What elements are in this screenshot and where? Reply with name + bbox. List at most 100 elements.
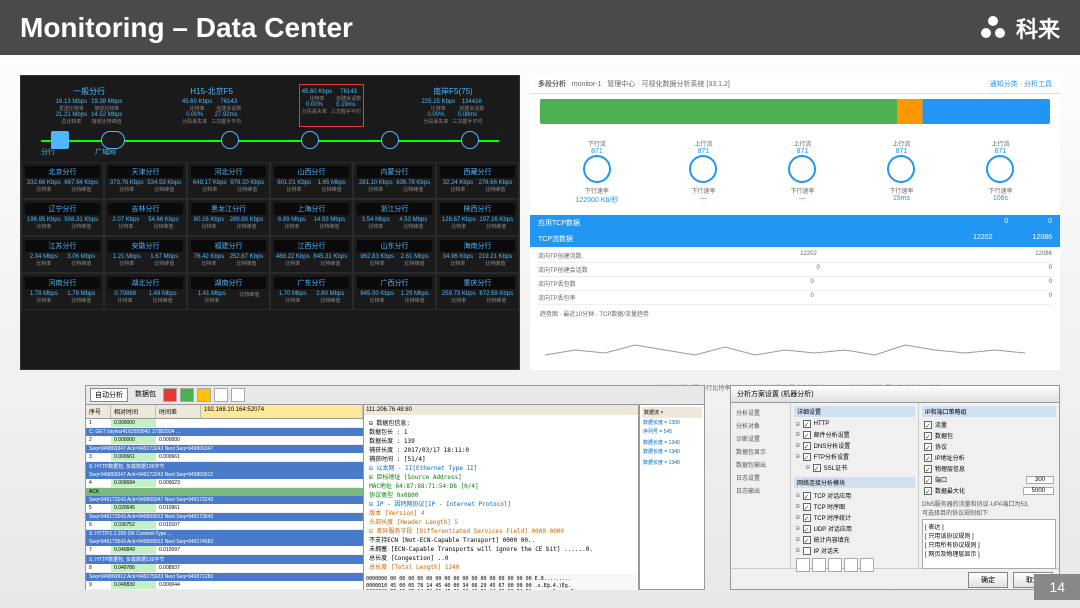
tree-node[interactable]: ⊟ 以太网 - II[Ethernet Type II] <box>367 463 635 472</box>
branch-node[interactable]: 湖北分行0.70868比特率1.49 Mbps比特峰值 <box>104 273 187 310</box>
topology-node[interactable]: 南岸F5(75) 225.15 Kbps比特率134416创建会话数 0.00%… <box>420 84 487 127</box>
tree-node[interactable]: 头部长度 [Header Length] 5 <box>367 517 635 526</box>
tree-checkbox-item[interactable]: ⊟HTTP <box>794 419 915 429</box>
header-links[interactable]: 通知分类 · 分析工具 <box>990 79 1052 89</box>
toolbar-button[interactable] <box>796 558 810 572</box>
branch-node[interactable]: 海南分行34.96 Kbps比特率219.21 Kbps比特峰值 <box>436 236 519 273</box>
branch-node[interactable]: 北京分行332.66 Kbps比特率667.94 Kbps比特峰值 <box>21 162 104 199</box>
packet-row[interactable]: 60.0307520.010107 <box>86 521 363 530</box>
checkbox[interactable] <box>803 547 811 555</box>
tree-checkbox-item[interactable]: ⊟TCP 时序图 <box>794 501 915 512</box>
nav-item[interactable]: 日志设置 <box>734 471 787 484</box>
branch-node[interactable]: 重庆分行259.73 Kbps比特率672.59 Kbps比特峰值 <box>436 273 519 310</box>
checkbox[interactable] <box>803 503 811 511</box>
topology-node[interactable]: 45.60 Kbps比特率76143创建会话数 0.00%分段丢失率0.19ms… <box>299 84 364 127</box>
tree-node[interactable]: 协议类型 0x0800 <box>367 490 635 499</box>
packet-row[interactable]: 30.0006610.000661 <box>86 453 363 462</box>
tree-node[interactable]: 捕获长度 : 2017/03/17 18:11:0 <box>367 445 635 454</box>
checkbox[interactable] <box>803 431 811 439</box>
topology-node[interactable]: H15-北京F5 45.60 Kbps比特率76143创建会话数 0.00%分段… <box>180 84 243 127</box>
toolbar-button[interactable] <box>214 388 228 402</box>
checkbox[interactable] <box>803 420 811 428</box>
nav-item[interactable]: 数据包显示 <box>734 445 787 458</box>
nav-item[interactable]: 诊断设置 <box>734 432 787 445</box>
branch-node[interactable]: 山西分行601.01 Kbps比特率1.65 Mbps比特峰值 <box>270 162 353 199</box>
toolbar-button[interactable] <box>231 388 245 402</box>
nav-item[interactable]: 分析对象 <box>734 419 787 432</box>
highlighted-row[interactable]: TCP流数据1220212086 <box>530 231 1060 247</box>
tree-node[interactable]: 数据长度 : 139 <box>367 436 635 445</box>
table-row[interactable]: 流向TP丢包数00 <box>538 277 1052 291</box>
branch-node[interactable]: 广西分行845.00 Kbps比特率1.29 Mbps比特峰值 <box>353 273 436 310</box>
play-button[interactable] <box>180 388 194 402</box>
packet-row[interactable]: 80.0497860.008937 <box>86 564 363 573</box>
branch-node[interactable]: 湖南分行1.41 Mbps比特率比特峰值 <box>187 273 270 310</box>
metric-circle[interactable]: 下行流871下行速率122000 Kb/秒 <box>576 139 619 205</box>
toolbar-button[interactable] <box>828 558 842 572</box>
branch-node[interactable]: 黑龙江分行80.16 Kbps比特率289.88 Kbps比特峰值 <box>187 199 270 236</box>
metric-circle[interactable]: 上行流871下行速率15ms <box>887 139 915 205</box>
checkbox[interactable] <box>803 492 811 500</box>
table-row[interactable]: 流向TP创建会话数00 <box>538 263 1052 277</box>
tree-checkbox-item[interactable]: ⊟统计内容填充 <box>794 534 915 545</box>
checkbox-item[interactable]: IP地址分析 <box>922 452 1056 463</box>
tree-checkbox-item[interactable]: ⊟UDP 对话应用 <box>794 523 915 534</box>
checkbox[interactable] <box>924 443 932 451</box>
table-row[interactable]: 流向TP丢包率00 <box>538 291 1052 305</box>
metric-circle[interactable]: 上行流871下行速率— <box>788 139 816 205</box>
branch-node[interactable]: 辽宁分行196.95 Kbps比特率508.31 Kbps比特峰值 <box>21 199 104 236</box>
pause-button[interactable] <box>197 388 211 402</box>
checkbox-item[interactable]: 流量 <box>922 419 1056 430</box>
checkbox[interactable] <box>803 536 811 544</box>
branch-node[interactable]: 河南分行1.78 Mbps比特率1.78 Mbps比特峰值 <box>21 273 104 310</box>
table-row[interactable]: 流向TP创建流数1220212086 <box>538 249 1052 263</box>
checkbox-item[interactable]: 端口 300 <box>922 474 1056 485</box>
tree-checkbox-item[interactable]: ⊟TCP 时序统计 <box>794 512 915 523</box>
checkbox[interactable] <box>924 454 932 462</box>
tree-node[interactable]: 版本 [Version] 4 <box>367 508 635 517</box>
tree-node[interactable]: 未拥塞 [ECN-Capable Transports will ignore … <box>367 544 635 553</box>
ok-button[interactable]: 确定 <box>968 572 1008 588</box>
branch-node[interactable]: 河北分行649.17 Kbps比特率976.10 Kbps比特峰值 <box>187 162 270 199</box>
checkbox[interactable] <box>924 487 932 495</box>
packet-row[interactable]: 20.0000000.000000 <box>86 436 363 445</box>
branch-node[interactable]: 吉林分行2.07 Kbps比特率54.66 Kbps比特峰值 <box>104 199 187 236</box>
nav-item[interactable]: 分析设置 <box>734 406 787 419</box>
packet-row[interactable]: 40.0096840.009023 <box>86 479 363 488</box>
checkbox[interactable] <box>813 464 821 472</box>
metric-circle[interactable]: 上行流871下行速率— <box>689 139 717 205</box>
tree-node[interactable]: ⊟ 数据包信息: <box>367 418 635 427</box>
topology-node[interactable]: 一般分行 16.13 Mbps发送比特率19.38 Mbps接收比特率 21.2… <box>54 84 125 127</box>
metric-circle[interactable]: 上行流871下行速率106s <box>986 139 1014 205</box>
branch-node[interactable]: 江西分行488.22 Kbps比特率845.31 Kbps比特峰值 <box>270 236 353 273</box>
branch-node[interactable]: 上海分行6.89 Mbps比特率14.93 Mbps比特峰值 <box>270 199 353 236</box>
checkbox[interactable] <box>924 421 932 429</box>
tree-checkbox-item[interactable]: ⊟DNS分析设置 <box>794 440 915 451</box>
timeline-bar[interactable] <box>540 99 1050 124</box>
record-button[interactable] <box>163 388 177 402</box>
checkbox[interactable] <box>803 442 811 450</box>
tree-node[interactable]: ⊟ 差异服务字段 [Differentiated Services Field]… <box>367 526 635 535</box>
tree-checkbox-item[interactable]: ⊟TCP 对话应用 <box>794 490 915 501</box>
tree-node[interactable]: ⊟ IP - 因特网协议[IP - Internet Protocol] <box>367 499 635 508</box>
nav-item[interactable]: 数据包输出 <box>734 458 787 471</box>
packet-row[interactable]: 10.000000 <box>86 419 363 428</box>
branch-node[interactable]: 浙江分行3.54 Mbps比特率4.53 Mbps比特峰值 <box>353 199 436 236</box>
branch-node[interactable]: 江苏分行2.34 Mbps比特率3.06 Mbps比特峰值 <box>21 236 104 273</box>
checkbox[interactable] <box>803 453 811 461</box>
tree-node[interactable]: 总长度 [Congestion] ..0 <box>367 553 635 562</box>
branch-node[interactable]: 安徽分行1.21 Mbps比特率1.67 Mbps比特峰值 <box>104 236 187 273</box>
checkbox-item[interactable]: 数据包 <box>922 430 1056 441</box>
tree-node[interactable]: MAC地址 64:87:88:71:54:D6 [0/4] <box>367 481 635 490</box>
packet-row[interactable]: 70.0408490.010097 <box>86 546 363 555</box>
checkbox[interactable] <box>924 476 932 484</box>
checkbox[interactable] <box>924 432 932 440</box>
packet-row[interactable]: 50.0206450.010961 <box>86 504 363 513</box>
checkbox-item[interactable]: 数据最大化 5000 <box>922 485 1056 496</box>
checkbox-item[interactable]: 协议 <box>922 441 1056 452</box>
tree-node[interactable]: 捕获时间 : [51/4] <box>367 454 635 463</box>
tree-checkbox-item[interactable]: ⊟邮件分析设置 <box>794 429 915 440</box>
branch-node[interactable]: 天津分行373.76 Kbps比特率534.53 Kbps比特峰值 <box>104 162 187 199</box>
branch-node[interactable]: 陕西分行128.67 Kbps比特率197.16 Kbps比特峰值 <box>436 199 519 236</box>
tree-node[interactable]: ⊞ 目标地址 [Source Address] <box>367 472 635 481</box>
